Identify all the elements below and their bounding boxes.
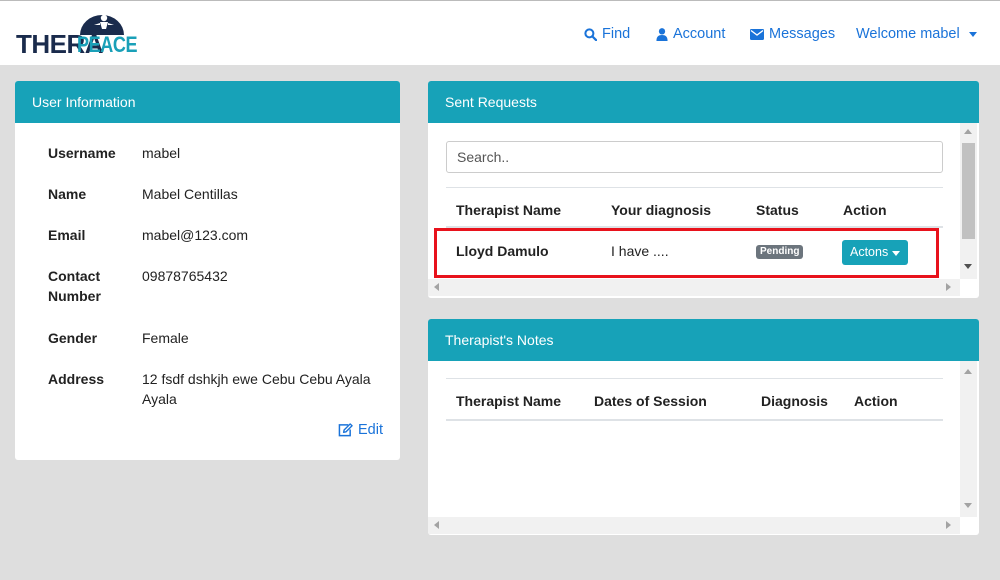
sent-requests-card: Sent Requests Search.. Therapist Name Yo… xyxy=(428,81,979,298)
logo-text-peace: PEACE xyxy=(77,32,138,57)
search-icon xyxy=(584,27,597,41)
scroll-up-icon[interactable] xyxy=(964,369,972,374)
nav-account-link[interactable]: Account xyxy=(656,26,725,42)
user-information-card: User Information Username mabel Name Mab… xyxy=(15,81,400,460)
contact-number-label: Contact Number xyxy=(48,268,101,304)
search-input[interactable]: Search.. xyxy=(446,141,943,173)
therapeace-logo[interactable]: THERA PEACE xyxy=(16,13,138,57)
highlight-box xyxy=(434,228,939,278)
nav-account-label: Account xyxy=(673,26,726,42)
scroll-down-icon[interactable] xyxy=(964,503,972,508)
welcome-label: Welcome mabel xyxy=(856,26,960,42)
edit-label: Edit xyxy=(358,422,383,438)
edit-profile-link[interactable]: Edit xyxy=(338,422,383,438)
therapists-notes-header: Therapist's Notes xyxy=(428,319,979,361)
user-information-header: User Information xyxy=(15,81,400,123)
chevron-down-icon xyxy=(968,31,977,37)
horizontal-scrollbar[interactable] xyxy=(428,279,960,296)
divider xyxy=(446,187,943,188)
therapists-notes-card: Therapist's Notes Therapist Name Dates o… xyxy=(428,319,979,535)
col-diagnosis: Diagnosis xyxy=(761,393,828,409)
username-value: mabel xyxy=(142,145,181,161)
notes-scroll-area[interactable]: Therapist Name Dates of Session Diagnosi… xyxy=(428,361,960,517)
address-value: 12 fsdf dshkjh ewe Cebu Cebu Ayala Ayala xyxy=(142,371,371,407)
col-dates-of-session: Dates of Session xyxy=(594,393,707,409)
horizontal-scrollbar[interactable] xyxy=(428,517,960,534)
nav-messages-link[interactable]: Messages xyxy=(750,26,835,42)
name-label: Name xyxy=(48,186,87,202)
sent-requests-scroll-area[interactable]: Search.. Therapist Name Your diagnosis S… xyxy=(428,123,960,279)
gender-label: Gender xyxy=(48,330,98,346)
nav-find-link[interactable]: Find xyxy=(584,26,630,42)
divider xyxy=(446,378,943,379)
col-your-diagnosis: Your diagnosis xyxy=(611,202,712,218)
contact-number-value: 09878765432 xyxy=(142,268,228,284)
name-value: Mabel Centillas xyxy=(142,186,238,202)
vertical-scrollbar[interactable] xyxy=(960,123,977,279)
sent-requests-header: Sent Requests xyxy=(428,81,979,123)
email-label: Email xyxy=(48,227,86,243)
username-label: Username xyxy=(48,145,116,161)
col-therapist-name: Therapist Name xyxy=(456,393,562,409)
scroll-right-icon[interactable] xyxy=(946,283,951,291)
col-action: Action xyxy=(854,393,898,409)
col-therapist-name: Therapist Name xyxy=(456,202,562,218)
col-status: Status xyxy=(756,202,799,218)
gender-value: Female xyxy=(142,330,189,346)
scroll-up-icon[interactable] xyxy=(964,129,972,134)
scroll-left-icon[interactable] xyxy=(434,283,439,291)
col-action: Action xyxy=(843,202,887,218)
nav-find-label: Find xyxy=(602,26,631,42)
user-icon xyxy=(656,27,668,41)
address-label: Address xyxy=(48,371,105,387)
email-value: mabel@123.com xyxy=(142,227,249,243)
scroll-down-icon[interactable] xyxy=(964,264,972,269)
vertical-scrollbar[interactable] xyxy=(960,361,977,517)
welcome-user-dropdown[interactable]: Welcome mabel xyxy=(856,26,977,42)
scrollbar-thumb[interactable] xyxy=(962,143,975,239)
scroll-left-icon[interactable] xyxy=(434,521,439,529)
navbar: THERA PEACE Find Account Messages Welcom… xyxy=(0,0,1000,65)
nav-messages-label: Messages xyxy=(769,26,836,42)
header-divider xyxy=(446,419,943,421)
edit-icon xyxy=(338,423,353,437)
envelope-icon xyxy=(750,28,764,40)
scroll-right-icon[interactable] xyxy=(946,521,951,529)
